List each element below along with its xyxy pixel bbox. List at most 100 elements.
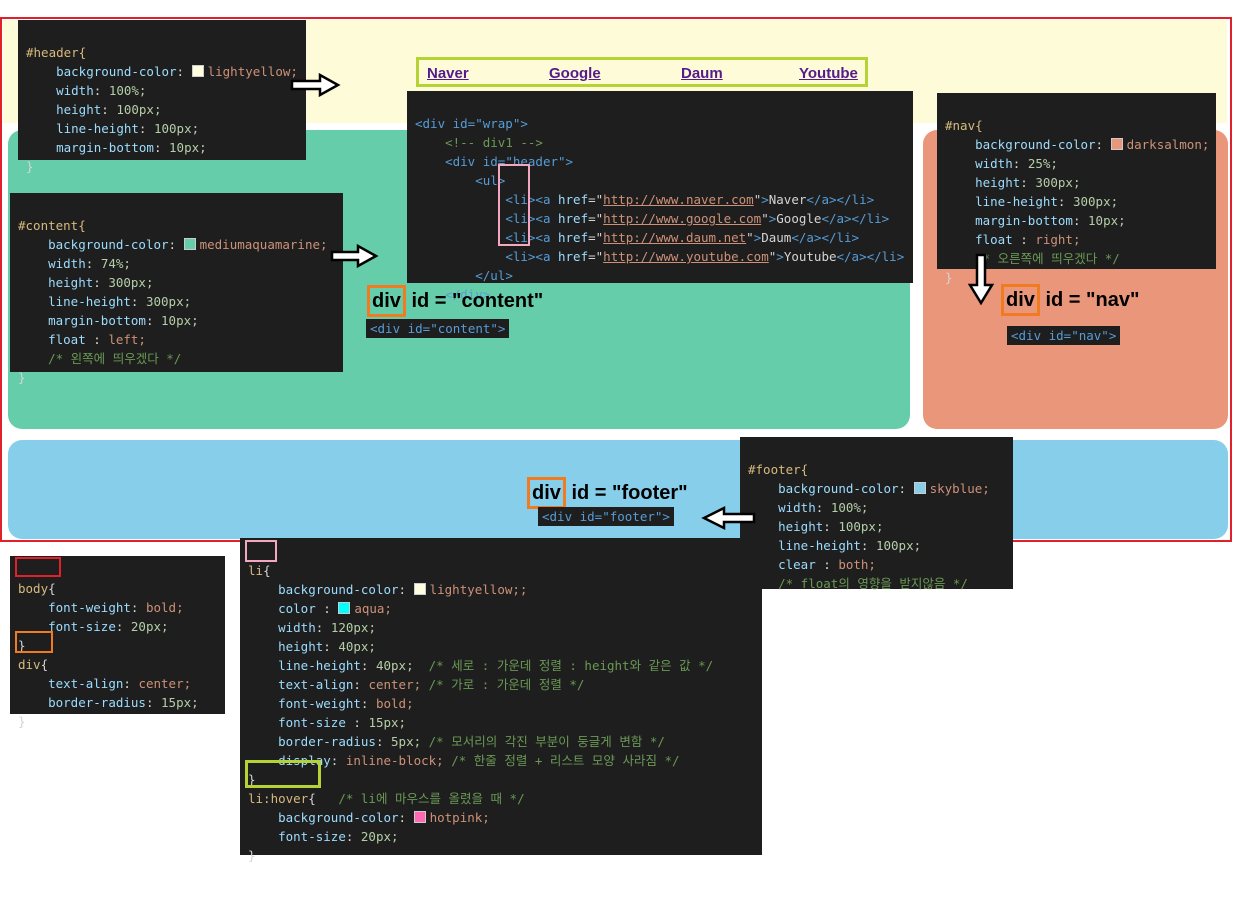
link-text: Daum — [761, 230, 792, 245]
css-value: both; — [838, 557, 876, 572]
css-declaration: margin-bottom: 10px; — [48, 313, 199, 328]
div-selector: div — [18, 657, 41, 672]
css-property: background-color — [56, 64, 177, 79]
content-css-comment: /* 왼쪽에 띄우겠다 */ — [48, 351, 182, 366]
css-declaration: border-radius: 15px; — [48, 695, 199, 710]
css-value: 40px; — [375, 658, 414, 673]
li-css-block: li{ background-color: lightyellow;; colo… — [240, 538, 762, 863]
nav-tag-text: <div id="nav"> — [1011, 328, 1117, 343]
css-property: margin-bottom — [48, 313, 146, 328]
css-comment: /* 모서리의 각진 부분이 둥글게 변함 */ — [421, 734, 665, 749]
css-property: font-size — [278, 829, 346, 844]
css-value: 10px; — [161, 313, 199, 328]
link-text: Naver — [768, 192, 807, 207]
li-selector: li — [248, 563, 264, 578]
css-property: font-weight — [278, 696, 361, 711]
div-close: } — [18, 714, 26, 729]
css-property: line-height — [278, 658, 361, 673]
css-value: 300px; — [1035, 175, 1081, 190]
css-value: 10px; — [1088, 213, 1126, 228]
header-css-block: #header{ background-color: lightyellow; … — [18, 20, 306, 174]
css-property: clear — [778, 557, 824, 572]
li-brace: { — [263, 563, 271, 578]
css-property: background-color — [48, 237, 169, 252]
href-url: http://www.daum.net — [603, 230, 747, 245]
arrow-left-icon — [701, 505, 756, 531]
nav-css-comment: /* 오른쪽에 띄우겠다 */ — [975, 251, 1120, 266]
content-tag-text: <div id="content"> — [370, 321, 506, 336]
li-highlight-box — [498, 164, 530, 246]
css-value: 20px; — [360, 829, 399, 844]
css-property: border-radius — [48, 695, 146, 710]
hover-selector: li:hover — [248, 791, 309, 806]
css-declaration: margin-bottom: 10px; — [975, 213, 1126, 228]
css-value: 300px; — [108, 275, 154, 290]
nav-link-google[interactable]: Google — [549, 65, 601, 82]
css-value: inline-block; — [345, 753, 444, 768]
hover-selector-highlight — [245, 760, 321, 788]
content-label-div: div — [367, 285, 406, 317]
css-declaration: color : aqua; — [278, 601, 392, 616]
css-property: background-color — [975, 137, 1096, 152]
nav-link-youtube[interactable]: Youtube — [799, 65, 858, 82]
css-value: mediumaquamarine; — [199, 237, 328, 252]
css-property: font-size — [48, 619, 116, 634]
nav-label: div id = "nav" — [1001, 284, 1139, 316]
css-property: background-color — [278, 810, 399, 825]
body-highlight-box — [15, 557, 61, 577]
arrow-right-icon — [330, 243, 379, 269]
nav-link-naver[interactable]: Naver — [427, 65, 469, 82]
body-brace: { — [48, 581, 56, 596]
css-property: line-height — [975, 194, 1058, 209]
css-comment: /* 세로 : 가운데 정렬 : height와 같은 값 */ — [413, 658, 714, 673]
css-declaration: width: 120px; — [278, 620, 376, 635]
css-value: hotpink; — [429, 810, 490, 825]
color-swatch-icon — [413, 583, 426, 595]
css-property: font-weight — [48, 600, 131, 615]
css-property: width — [778, 500, 816, 515]
footer-label: div id = "footer" — [527, 477, 688, 509]
css-value: 15px; — [368, 715, 407, 730]
css-declaration: background-color: darksalmon; — [975, 137, 1210, 152]
css-comment: /* 한줄 정렬 + 리스트 모양 사라짐 */ — [443, 753, 680, 768]
color-swatch-icon — [183, 238, 196, 250]
css-property: margin-bottom — [975, 213, 1073, 228]
css-value: 20px; — [130, 619, 169, 634]
css-declaration: border-radius: 5px; /* 모서리의 각진 부분이 둥글게 변… — [278, 734, 665, 749]
arrow-right-icon — [290, 72, 341, 98]
nav-link-daum[interactable]: Daum — [681, 65, 723, 82]
href-url: http://www.google.com — [603, 211, 762, 226]
li-code-line: <li><a href="http://www.naver.com">Naver… — [505, 192, 875, 207]
css-declaration: line-height: 40px; /* 세로 : 가운데 정렬 : heig… — [278, 658, 714, 673]
footer-css-block: #footer{ background-color: skyblue; widt… — [740, 437, 1013, 591]
css-value: right; — [1035, 232, 1081, 247]
li-code-line: <li><a href="http://www.daum.net">Daum</… — [505, 230, 860, 245]
footer-css-comment: /* float의 영향을 받지않음 */ — [778, 576, 968, 591]
css-declaration: float : left; — [48, 332, 146, 347]
css-declaration: line-height: 300px; — [975, 194, 1119, 209]
css-value: 100px; — [838, 519, 884, 534]
css-declaration: font-weight: bold; — [48, 600, 184, 615]
css-property: margin-bottom — [56, 140, 154, 155]
css-declaration: background-color: lightyellow;; — [278, 582, 528, 597]
css-declaration: font-size : 15px; — [278, 715, 407, 730]
css-value: 10px; — [169, 140, 207, 155]
color-swatch-icon — [1110, 138, 1123, 150]
wrap-open-tag: <div id="wrap"> — [415, 116, 528, 131]
nav-css-block: #nav{ background-color: darksalmon; widt… — [937, 93, 1216, 285]
css-declaration: text-align: center; /* 가로 : 가운데 정렬 */ — [278, 677, 585, 692]
html-comment: <!-- div1 --> — [445, 135, 543, 150]
css-value: 300px; — [145, 294, 192, 309]
css-property: height — [278, 639, 324, 654]
href-url: http://www.naver.com — [603, 192, 754, 207]
footer-tag-text: <div id="footer"> — [542, 509, 670, 524]
css-property: line-height — [48, 294, 131, 309]
header-css-close: } — [26, 159, 34, 174]
css-value: left; — [108, 332, 146, 347]
li-code-line: <li><a href="http://www.youtube.com">You… — [505, 249, 905, 264]
css-declaration: display: inline-block; /* 한줄 정렬 + 리스트 모양… — [278, 753, 680, 768]
css-value: 300px; — [1072, 194, 1119, 209]
css-declaration: height: 100px; — [778, 519, 884, 534]
css-property: text-align — [48, 676, 124, 691]
css-property: float — [975, 232, 1021, 247]
